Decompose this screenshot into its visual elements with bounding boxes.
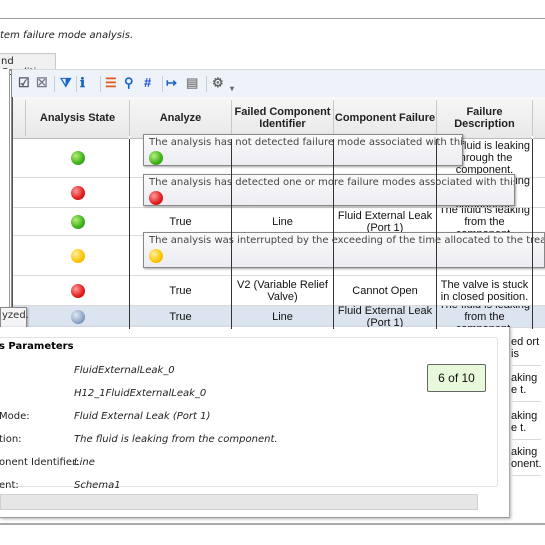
description-cell-fragment: ed ort is [511, 330, 541, 366]
search-filter-icon[interactable]: ⚲ [124, 76, 134, 90]
analysis-state-cell [26, 236, 129, 275]
dropdown-arrow-icon[interactable]: ▾ [230, 82, 234, 96]
analysis-state-cell [26, 139, 129, 177]
failure-cell: Fluid External Leak (Port 1) [337, 306, 433, 327]
tab-condition[interactable]: nd Condition [0, 53, 56, 78]
description-cell-fragment: aking e t. [511, 366, 541, 402]
component-cell: Line [272, 310, 293, 323]
hash-icon[interactable]: # [144, 76, 151, 90]
info-refresh-icon[interactable]: ℹ [80, 76, 85, 90]
tooltip-left-fragment: yzed. [0, 307, 29, 328]
failure-cell: Fluid External Leak (Port 1) [337, 209, 433, 234]
analyze-cell: True [169, 310, 192, 323]
column-divider [333, 139, 334, 329]
tooltip-text: The analysis has detected one or more fa… [149, 177, 514, 188]
tooltip-detected: The analysis has detected one or more fa… [143, 174, 515, 206]
check-all-icon[interactable]: ☑ [18, 76, 30, 90]
red-status-icon [70, 185, 85, 200]
bottom-divider [0, 523, 545, 525]
parameter-value: Schema1 [74, 480, 121, 491]
yellow-status-icon [149, 249, 163, 263]
description-cell: The fluid is leaking from the component. [439, 306, 530, 327]
parameter-label: ent: [0, 480, 19, 491]
tooltip-interrupted: The analysis was interrupted by the exce… [143, 232, 545, 268]
grid-toolbar: ☑ ☒ ⧩ ℹ ☰ ⚲ # ↦ ▤ ⚙ ▾ [12, 69, 545, 97]
tooltip-text: The analysis was interrupted by the exce… [149, 235, 545, 246]
description-cell: The valve is stuck in closed position. [440, 278, 529, 303]
analysis-state-cell [26, 178, 129, 207]
green-status-icon [70, 214, 85, 229]
failure-cell: Cannot Open [352, 284, 418, 297]
analysis-state-cell [26, 306, 129, 327]
parameter-value: Line [74, 457, 95, 468]
analysis-state-cell [26, 276, 129, 305]
green-status-icon [70, 151, 85, 165]
table-row[interactable]: True V2 (Variable Relief Valve) Cannot Ope… [13, 276, 545, 306]
clipboard-icon[interactable]: ▤ [186, 76, 198, 90]
header-extra [533, 97, 545, 139]
header-failure-description[interactable]: Failure Description [437, 97, 532, 139]
analyze-cell: True [169, 215, 192, 228]
tooltip-not-detected: The analysis has not detected failure mo… [143, 134, 463, 166]
column-divider [231, 139, 232, 329]
parameter-label: tion: [0, 434, 22, 445]
analysis-state-cell [26, 208, 129, 235]
page-description: tem failure mode analysis. [0, 30, 134, 41]
header-failed-component[interactable]: Failed Component Identifier [232, 97, 333, 139]
component-cell: Line [272, 215, 293, 228]
parameter-value: The fluid is leaking from the component. [74, 434, 278, 445]
export-arrow-icon[interactable]: ↦ [166, 76, 177, 90]
column-divider [436, 139, 437, 329]
list-lines-icon[interactable]: ☰ [105, 76, 117, 90]
horizontal-scrollbar[interactable] [0, 494, 478, 510]
column-divider [532, 139, 533, 329]
header-component-failure[interactable]: Component Failure [334, 97, 436, 139]
group-title: s Parameters [0, 341, 78, 352]
description-cell-fragment: aking onent. [511, 440, 541, 476]
blue-status-icon [70, 309, 85, 324]
analyze-cell: True [169, 284, 192, 297]
uncheck-all-icon[interactable]: ☒ [36, 76, 48, 90]
red-status-icon [70, 283, 85, 298]
left-pane [0, 69, 10, 319]
description-cell: The fluid is leaking from the component. [438, 208, 531, 235]
failure-parameters-panel: s Parameters FluidExternalLeak_0 H12_1Flu… [0, 327, 510, 518]
top-divider [0, 18, 545, 19]
column-divider [129, 139, 130, 329]
gear-icon[interactable]: ⚙ [212, 76, 224, 90]
component-cell: V2 (Variable Relief Valve) [237, 278, 328, 303]
description-cell-fragment: aking e t. [511, 404, 541, 440]
parameter-label: Mode: [0, 411, 30, 422]
filter-icon[interactable]: ⧩ [60, 76, 72, 90]
red-status-icon [149, 191, 163, 205]
parameter-value: FluidExternalLeak_0 [74, 365, 175, 376]
parameter-value: H12_1FluidExternalLeak_0 [74, 388, 207, 399]
parameter-value: Fluid External Leak (Port 1) [74, 411, 211, 422]
green-status-icon [149, 151, 163, 165]
parameter-label: onent Identifier: [0, 457, 80, 468]
header-analysis-state[interactable]: Analysis State [26, 97, 129, 139]
tooltip-text: The analysis has not detected failure mo… [149, 137, 463, 148]
parameters-group: s Parameters FluidExternalLeak_0 H12_1Flu… [0, 337, 498, 491]
result-counter: 6 of 10 [427, 364, 486, 392]
header-analyze[interactable]: Analyze [130, 97, 231, 139]
table-row[interactable]: True Line Fluid External Leak (Port 1) The … [13, 306, 545, 328]
yellow-status-icon [70, 248, 85, 263]
